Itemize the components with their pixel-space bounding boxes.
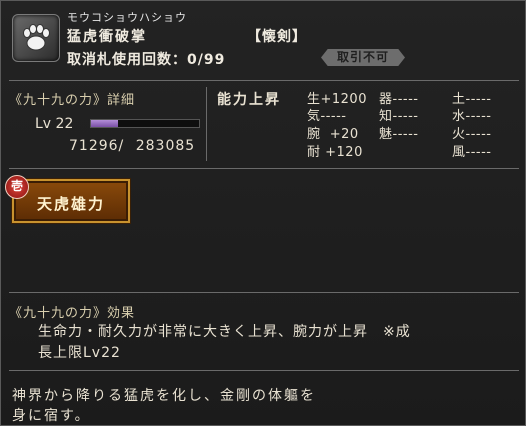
- stat-water: 水-----: [452, 109, 492, 124]
- flavor-text-line1: 神界から降りる猛虎を化し、金剛の体軀を: [12, 388, 316, 404]
- effect-text-line2: 長上限Lv22: [38, 345, 121, 361]
- trade-status-badge: 取引不可: [321, 49, 405, 66]
- divider-flavor: [9, 370, 519, 371]
- item-icon: [12, 14, 60, 62]
- paw-icon: [23, 24, 50, 51]
- item-reading: モウコショウハショウ: [67, 11, 187, 24]
- exp-values: 71296/ 283085: [69, 138, 195, 154]
- skill-button-label: 天虎雄力: [36, 195, 105, 213]
- flavor-text-line2: 身に宿す。: [12, 408, 91, 424]
- cancel-card-uses: 取消札使用回数：0/99: [67, 52, 226, 68]
- ability-title: 能力上昇: [217, 92, 281, 108]
- divider-effect: [9, 292, 519, 293]
- exp-bar-fill: [91, 120, 118, 127]
- stat-strength: 腕 +20: [307, 127, 359, 142]
- divider-middle: [9, 168, 519, 169]
- exp-current: 71296/: [69, 138, 125, 154]
- divider-vertical: [206, 87, 207, 161]
- item-name: 猛虎衝破掌: [67, 29, 147, 45]
- stat-intellect: 知-----: [379, 109, 419, 124]
- stat-spirit: 気-----: [307, 109, 347, 124]
- stat-wind: 風-----: [452, 145, 492, 160]
- divider-top: [9, 80, 519, 81]
- exp-bar: [90, 119, 200, 128]
- stat-endurance: 耐 +120: [307, 145, 363, 160]
- effect-text-line1: 生命力・耐久力が非常に大きく上昇、腕力が上昇 ※成: [38, 324, 411, 340]
- exp-max: 283085: [135, 138, 196, 154]
- skill-button[interactable]: 天虎雄力: [11, 178, 131, 224]
- effect-title: 《九十九の力》効果: [9, 306, 136, 321]
- skill-detail-title: 《九十九の力》詳細: [9, 93, 136, 108]
- rank-badge: 壱: [5, 175, 29, 199]
- stat-fire: 火-----: [452, 127, 492, 142]
- stat-charm: 魅-----: [379, 127, 419, 142]
- item-subtype: 【懐剣】: [247, 29, 307, 45]
- item-tooltip-panel: モウコショウハショウ 猛虎衝破掌 【懐剣】 取消札使用回数：0/99 取引不可 …: [0, 0, 526, 426]
- skill-level: Lv 22: [35, 116, 74, 132]
